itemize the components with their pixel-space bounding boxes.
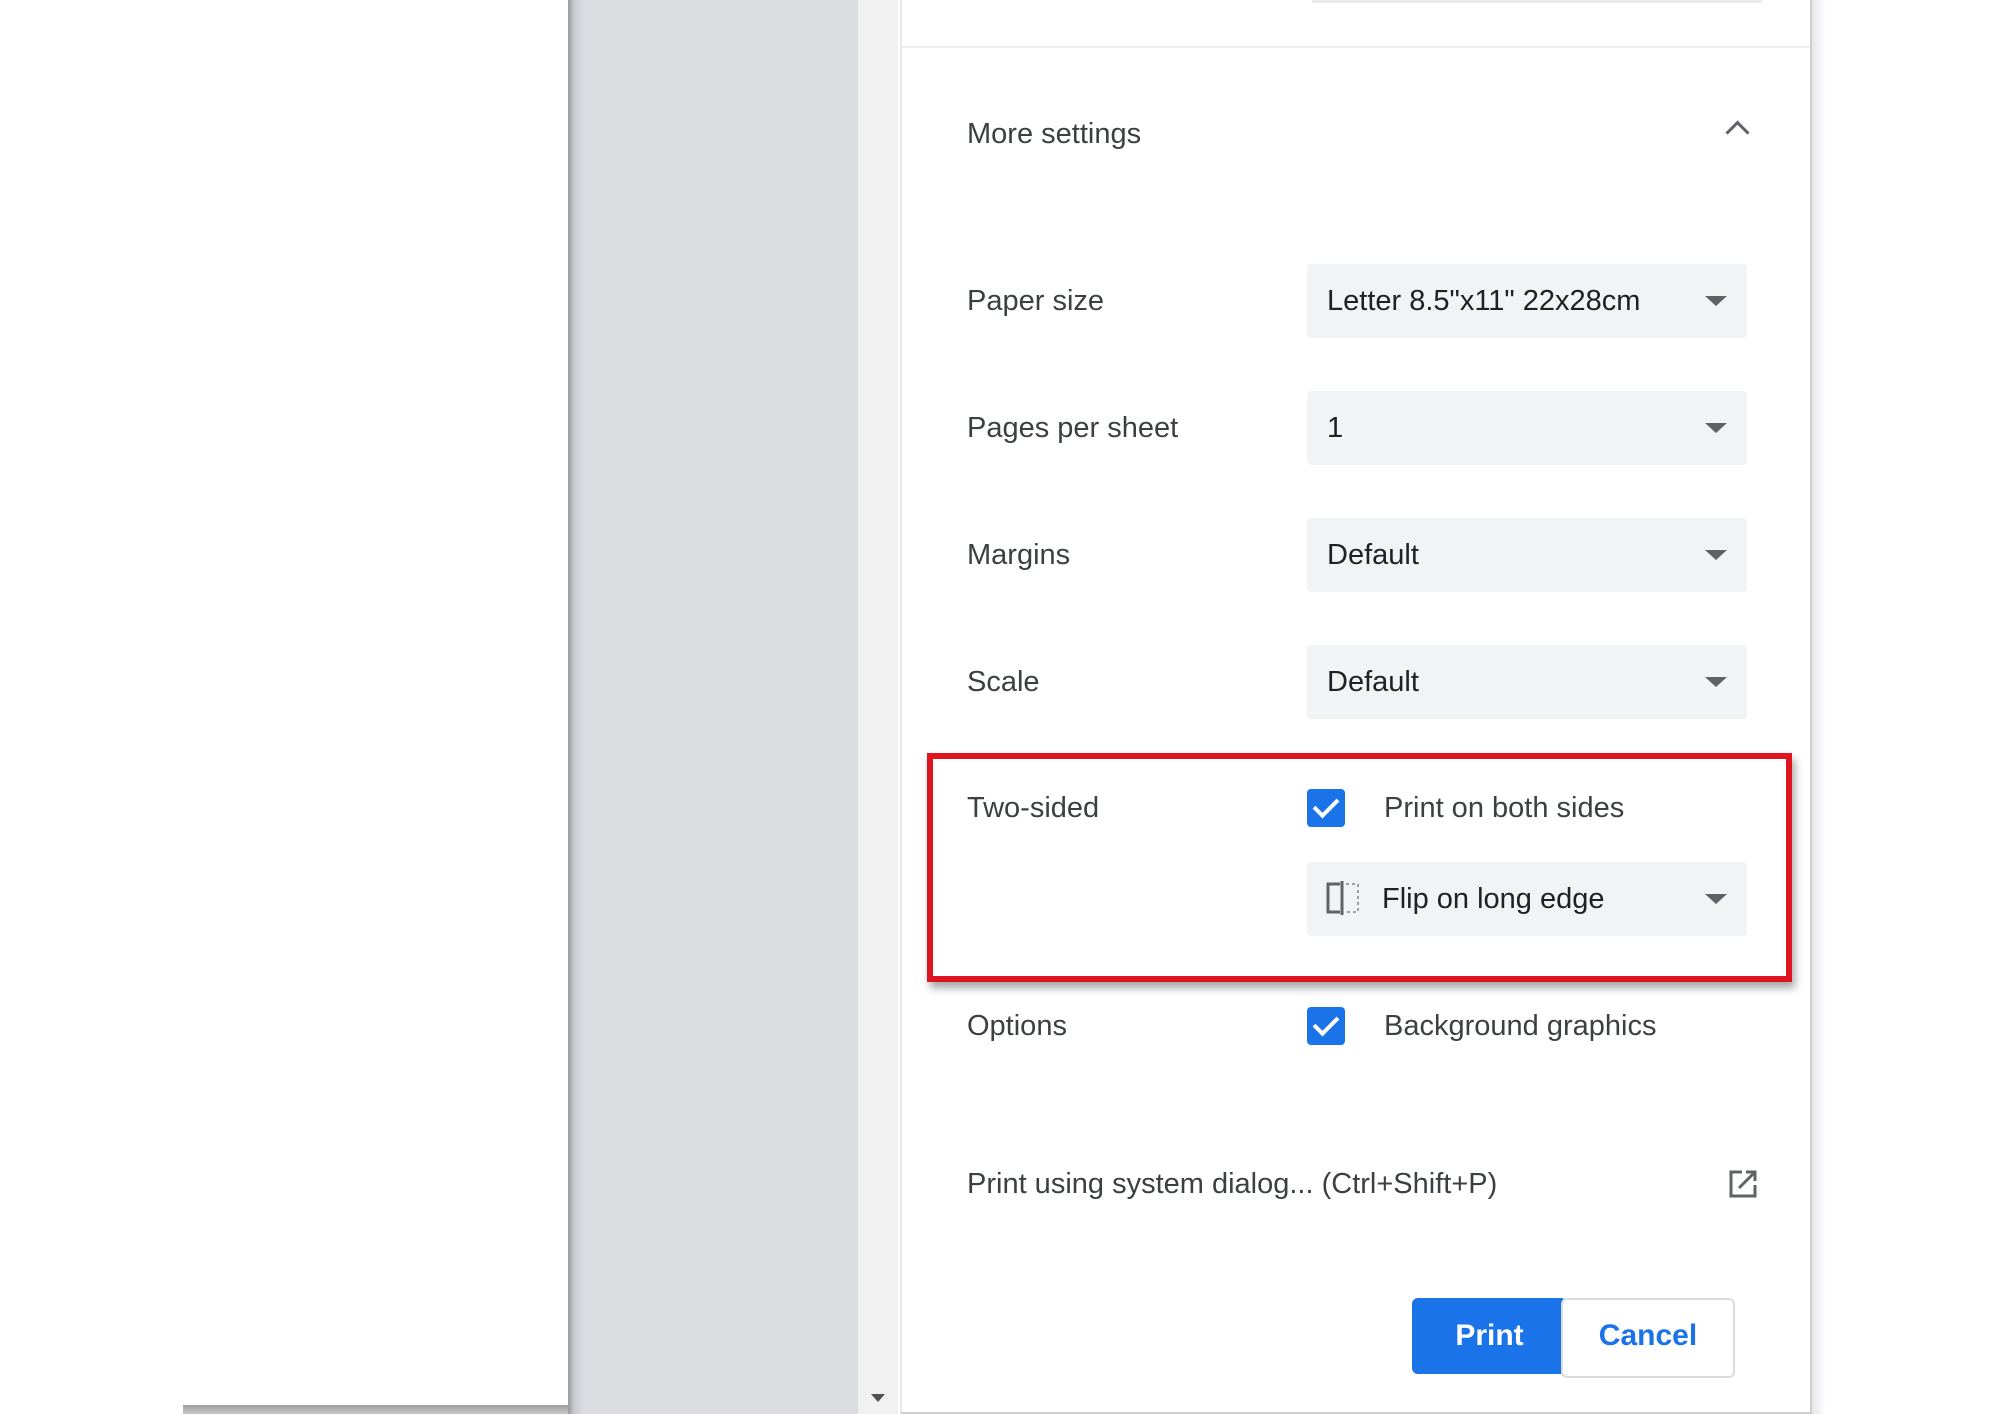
background-graphics-label[interactable]: Background graphics (1384, 1008, 1656, 1044)
print-system-dialog-link[interactable]: Print using system dialog... (Ctrl+Shift… (962, 1162, 1757, 1208)
dropdown-arrow-icon (1705, 296, 1727, 306)
print-both-sides-label[interactable]: Print on both sides (1384, 790, 1624, 826)
print-both-sides-checkbox[interactable] (1307, 789, 1345, 827)
paper-size-select[interactable]: Letter 8.5"x11" 22x28cm (1307, 264, 1747, 338)
page-shadow (183, 1405, 578, 1414)
dropdown-arrow-icon (1705, 423, 1727, 433)
pages-per-sheet-value: 1 (1327, 412, 1344, 444)
options-label: Options (967, 1010, 1067, 1042)
preview-scrollbar[interactable] (858, 0, 898, 1414)
margins-select[interactable]: Default (1307, 518, 1747, 592)
external-link-icon (1729, 1170, 1757, 1198)
flip-long-edge-icon (1326, 881, 1359, 915)
flip-edge-select[interactable]: Flip on long edge (1307, 862, 1747, 936)
margins-label: Margins (967, 539, 1071, 571)
more-settings-label: More settings (967, 118, 1142, 150)
pages-per-sheet-label: Pages per sheet (967, 412, 1179, 444)
scale-select[interactable]: Default (1307, 645, 1747, 719)
more-settings-toggle[interactable]: More settings (962, 110, 1750, 160)
scroll-down-arrow-icon[interactable] (871, 1394, 885, 1402)
clipped-dropdown-edge (1312, 0, 1762, 3)
dropdown-arrow-icon (1705, 677, 1727, 687)
document-preview-page: agreed to take Premises for the on the d… (0, 0, 568, 1405)
pages-per-sheet-select[interactable]: 1 (1307, 391, 1747, 465)
chevron-up-icon (1725, 120, 1750, 145)
system-dialog-label: Print using system dialog... (Ctrl+Shift… (967, 1168, 1498, 1200)
margins-value: Default (1327, 539, 1419, 571)
paper-size-value: Letter 8.5"x11" 22x28cm (1327, 285, 1641, 317)
print-settings-panel: More settings Paper size Letter 8.5"x11"… (900, 0, 1812, 1414)
dropdown-arrow-icon (1705, 550, 1727, 560)
preview-background (568, 0, 858, 1414)
window-background (1812, 0, 2000, 1414)
two-sided-label: Two-sided (967, 792, 1100, 824)
section-divider (902, 46, 1810, 48)
print-button[interactable]: Print (1412, 1298, 1567, 1374)
cancel-button[interactable]: Cancel (1561, 1298, 1735, 1378)
flip-edge-value: Flip on long edge (1382, 883, 1605, 915)
dropdown-arrow-icon (1705, 894, 1727, 904)
scale-value: Default (1327, 666, 1419, 698)
background-graphics-checkbox[interactable] (1307, 1007, 1345, 1045)
scale-label: Scale (967, 666, 1040, 698)
paper-size-label: Paper size (967, 285, 1105, 317)
